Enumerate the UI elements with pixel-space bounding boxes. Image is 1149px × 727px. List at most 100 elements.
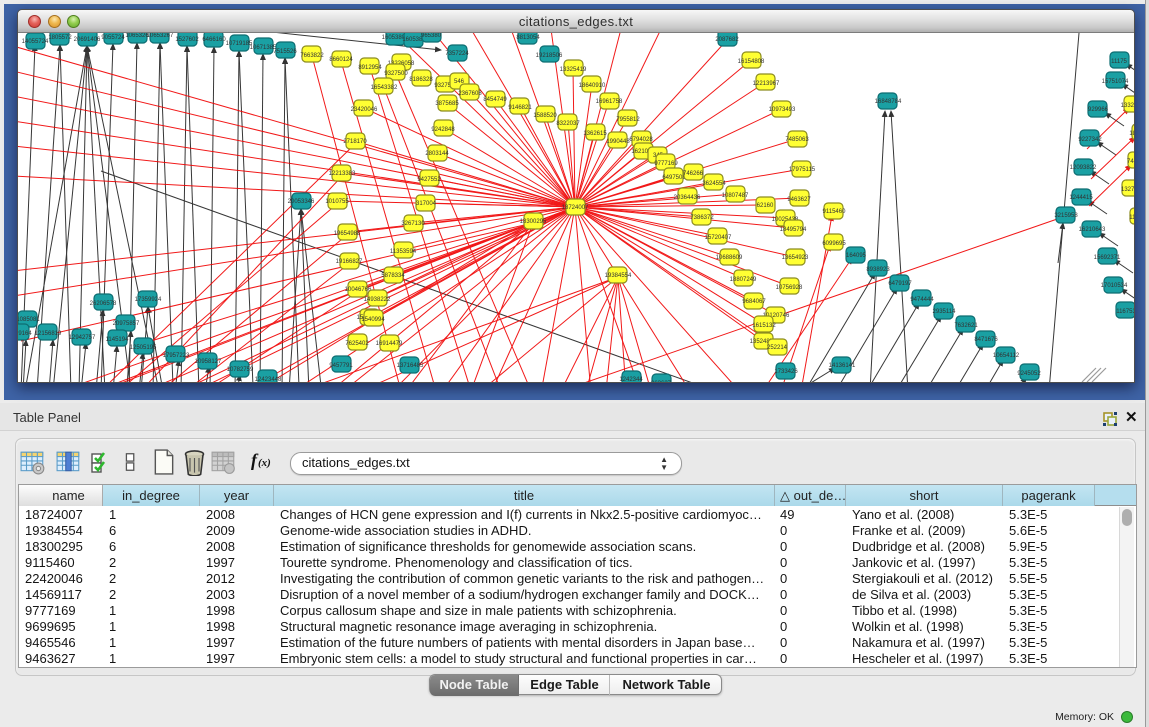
svg-text:12505195: 12505195 <box>130 345 157 351</box>
svg-text:13325419: 13325419 <box>560 67 587 73</box>
svg-text:8938923: 8938923 <box>866 267 890 273</box>
svg-text:18495794: 18495794 <box>780 227 807 233</box>
svg-text:11175: 11175 <box>1111 59 1127 65</box>
svg-text:16154808: 16154808 <box>738 59 765 65</box>
svg-text:13716485: 13716485 <box>397 363 424 369</box>
svg-text:1990448: 1990448 <box>606 139 630 145</box>
svg-text:9115460: 9115460 <box>823 209 847 215</box>
svg-text:12213383: 12213383 <box>329 171 356 177</box>
svg-text:9463627: 9463627 <box>787 197 811 203</box>
svg-text:10654112: 10654112 <box>993 353 1020 359</box>
svg-text:2935114: 2935114 <box>933 309 957 315</box>
svg-text:2803144: 2803144 <box>425 151 449 157</box>
svg-text:6479197: 6479197 <box>888 281 912 287</box>
svg-text:10973493: 10973493 <box>769 107 796 113</box>
svg-text:3624554: 3624554 <box>702 181 726 187</box>
svg-text:9055724: 9055724 <box>101 35 125 41</box>
svg-text:5878334: 5878334 <box>381 273 405 279</box>
svg-text:18640910: 18640910 <box>579 83 606 89</box>
svg-text:16961758: 16961758 <box>596 99 623 105</box>
svg-text:1244415: 1244415 <box>1069 195 1093 201</box>
svg-text:8454749: 8454749 <box>483 97 507 103</box>
svg-text:116753: 116753 <box>1116 309 1135 315</box>
svg-text:20364436: 20364436 <box>674 195 701 201</box>
svg-text:7632621: 7632621 <box>954 323 978 329</box>
svg-text:7357224: 7357224 <box>445 51 469 57</box>
svg-text:116409: 116409 <box>1129 215 1135 221</box>
svg-text:1588520: 1588520 <box>533 113 557 119</box>
svg-text:8322037: 8322037 <box>556 121 580 127</box>
svg-text:13654923: 13654923 <box>782 255 809 261</box>
svg-text:16848784: 16848784 <box>875 99 902 105</box>
svg-text:317004: 317004 <box>416 201 437 207</box>
svg-text:10958127: 10958127 <box>195 359 222 365</box>
svg-text:748500: 748500 <box>1127 159 1135 165</box>
svg-text:14136141: 14136141 <box>829 363 856 369</box>
svg-text:15692371: 15692371 <box>1094 255 1121 261</box>
svg-text:17975115: 17975115 <box>789 167 816 173</box>
svg-text:132754: 132754 <box>1121 187 1135 193</box>
svg-text:3267130: 3267130 <box>401 221 425 227</box>
svg-text:(x): (x) <box>258 457 271 469</box>
svg-text:14055724: 14055724 <box>22 39 49 45</box>
svg-text:1864409: 1864409 <box>1129 131 1135 137</box>
svg-text:963627: 963627 <box>651 381 672 383</box>
svg-text:9474444: 9474444 <box>910 297 934 303</box>
svg-text:2367608: 2367608 <box>458 91 482 97</box>
svg-text:10782759: 10782759 <box>227 367 254 373</box>
svg-text:1733426: 1733426 <box>774 369 798 375</box>
svg-text:9427552: 9427552 <box>417 177 441 183</box>
svg-text:8939164: 8939164 <box>18 331 32 337</box>
svg-text:3215958: 3215958 <box>1054 213 1078 219</box>
svg-text:9146821: 9146821 <box>508 105 532 111</box>
svg-text:1527602: 1527602 <box>175 37 199 43</box>
svg-text:6466160: 6466160 <box>202 37 226 43</box>
svg-text:14938222: 14938222 <box>364 297 391 303</box>
svg-text:9245052: 9245052 <box>1017 371 1041 377</box>
svg-text:9777169: 9777169 <box>654 161 678 167</box>
svg-text:15751074: 15751074 <box>1102 79 1129 85</box>
svg-text:1242344: 1242344 <box>619 377 643 383</box>
svg-text:12156819: 12156819 <box>35 331 62 337</box>
svg-text:9684067: 9684067 <box>742 299 766 305</box>
svg-text:16914479: 16914479 <box>376 341 403 347</box>
svg-text:11353594: 11353594 <box>390 249 417 255</box>
svg-text:17010534: 17010534 <box>1101 283 1128 289</box>
svg-text:8912954: 8912954 <box>358 65 382 71</box>
svg-text:965380: 965380 <box>421 33 442 39</box>
svg-text:19166827: 19166827 <box>336 259 363 265</box>
svg-text:10653267: 10653267 <box>147 33 174 39</box>
svg-text:23420046: 23420046 <box>351 107 378 113</box>
svg-text:9242848: 9242848 <box>431 127 455 133</box>
svg-text:7485063: 7485063 <box>785 137 809 143</box>
svg-text:10688609: 10688609 <box>716 255 743 261</box>
svg-text:10756928: 10756928 <box>776 285 803 291</box>
svg-text:19384554: 19384554 <box>605 273 632 279</box>
svg-text:7625402: 7625402 <box>345 341 369 347</box>
svg-text:746266: 746266 <box>683 171 704 177</box>
svg-text:164095: 164095 <box>846 253 867 259</box>
svg-text:9327500: 9327500 <box>384 71 408 77</box>
svg-text:6794028: 6794028 <box>629 137 653 143</box>
svg-text:1145194: 1145194 <box>106 337 130 343</box>
svg-text:7386372: 7386372 <box>690 215 714 221</box>
svg-text:7955812: 7955812 <box>616 117 640 123</box>
svg-text:7515526: 7515526 <box>273 49 297 55</box>
svg-text:1010755: 1010755 <box>325 199 349 205</box>
svg-text:8660124: 8660124 <box>329 57 353 63</box>
svg-text:18724007: 18724007 <box>562 205 589 211</box>
svg-text:62160: 62160 <box>757 203 774 209</box>
svg-text:1615132: 1615132 <box>752 323 776 329</box>
svg-text:1805572: 1805572 <box>48 35 72 41</box>
svg-text:19654988: 19654988 <box>334 231 361 237</box>
svg-text:10807487: 10807487 <box>722 193 749 199</box>
svg-text:12423448: 12423448 <box>255 377 282 383</box>
svg-text:8471676: 8471676 <box>974 337 998 343</box>
svg-text:2718170: 2718170 <box>343 139 367 145</box>
svg-text:12213967: 12213967 <box>753 81 780 87</box>
svg-text:1540994: 1540994 <box>361 317 385 323</box>
svg-text:17359924: 17359924 <box>135 297 162 303</box>
svg-text:1362615: 1362615 <box>583 131 607 137</box>
svg-text:13325419: 13325419 <box>1121 103 1135 109</box>
svg-text:1085081: 1085081 <box>18 317 40 323</box>
